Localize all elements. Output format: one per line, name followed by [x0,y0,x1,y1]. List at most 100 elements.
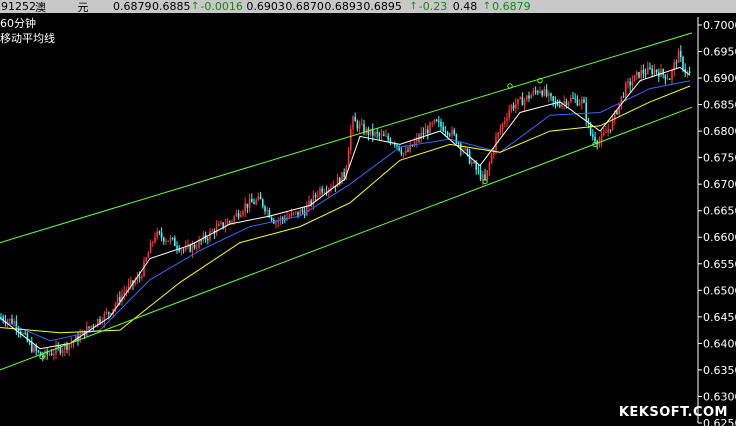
candle-body [257,196,260,201]
y-tick-label: 0.6400 [703,337,736,350]
candle-body [116,296,119,305]
candle-body [442,126,444,132]
candle-body [259,196,262,200]
candle-body [581,99,583,104]
candle-body [141,276,143,278]
candle-body [517,98,519,105]
candle-body [314,194,317,197]
candle-body [433,119,436,123]
candle-body [323,191,326,193]
candle-body [688,71,691,74]
candle-body [9,318,11,321]
candle-body [237,212,240,217]
candle-body [499,129,502,133]
candle-body [607,129,609,133]
candle-body [198,240,200,248]
price-chart[interactable]: 0.7000 0.6950 0.6900 0.6850 0.6800 0.6750 0.67… [0,0,736,426]
quote-field: 0.6870 [285,0,324,13]
candle-body [59,347,62,354]
candle-body [156,231,158,238]
candle-body [530,94,532,99]
candle-body [385,135,387,137]
candle-body [79,334,81,342]
candle-body [180,249,183,251]
candle-body [90,325,92,328]
candle-body [53,353,55,355]
candle-body [354,117,356,122]
candle-body [246,203,249,208]
candle-body [149,242,152,254]
quote-field: 0.6885 [152,0,191,13]
candle-body [396,144,398,146]
candle-body [171,237,174,239]
candle-body [105,311,108,314]
candle-body [649,67,651,69]
candle-body [545,88,548,96]
quote-bar: 91252 澳 元 0.6879 0.6885 ↑ -0.0016 0.6903 … [0,0,736,13]
candle-body [457,143,460,144]
candle-body [548,93,550,96]
up-arrow-icon: ↑ [191,1,200,12]
candle-body [200,240,202,242]
candle-body [356,121,359,129]
candle-body [523,99,526,106]
channel-upper-line [0,32,693,244]
y-tick-label: 0.6550 [703,258,736,271]
candle-body [647,67,649,75]
candle-body [336,177,339,188]
candle-body [534,90,537,92]
y-tick-label: 0.6300 [703,390,736,403]
candle-body [222,222,224,228]
candle-body [559,105,561,107]
candle-body [471,162,473,164]
candle-body [24,333,26,335]
candle-body [376,132,378,134]
candle-body [218,223,220,227]
candle-body [244,203,246,212]
candle-body [211,230,213,232]
symbol-code: 91252 [1,0,36,13]
candle-body [565,101,568,106]
candle-body [176,245,178,249]
candle-body [61,350,64,354]
channel-lower-line [0,106,693,371]
watermark: KEKSOFT.COM [618,405,728,420]
candle-body [26,333,29,342]
candle-body [583,99,585,103]
candle-body [627,81,629,84]
candle-body [504,121,506,124]
candle-body [466,148,469,152]
candle-body [48,353,51,355]
candle-body [543,88,546,96]
candle-body [242,211,244,215]
candle-body [123,291,125,295]
candle-body [152,241,154,243]
candle-body [592,134,594,137]
candle-body [350,128,352,151]
candle-body [554,100,557,103]
candle-body [501,123,504,130]
candle-body [420,132,422,140]
candle-body [633,75,636,82]
candle-body [488,163,491,171]
candle-body [266,209,268,212]
candle-body [424,129,427,135]
candle-body [497,132,499,138]
candle-body [352,117,354,129]
candle-body [475,162,477,170]
candle-body [275,221,277,224]
candle-body [572,97,574,99]
y-tick-label: 0.6900 [703,72,736,85]
candle-body [508,109,510,118]
candle-body [427,129,429,134]
y-tick-label: 0.6650 [703,205,736,218]
up-arrow-icon: ↑ [482,1,492,12]
candle-body [253,202,255,205]
candle-body [387,135,389,140]
candle-body [138,276,141,278]
candle-body [429,122,431,134]
candle-body [449,134,451,136]
candle-body [603,132,605,136]
quote-field: 0.6903 [246,0,285,13]
candle-body [682,57,684,69]
